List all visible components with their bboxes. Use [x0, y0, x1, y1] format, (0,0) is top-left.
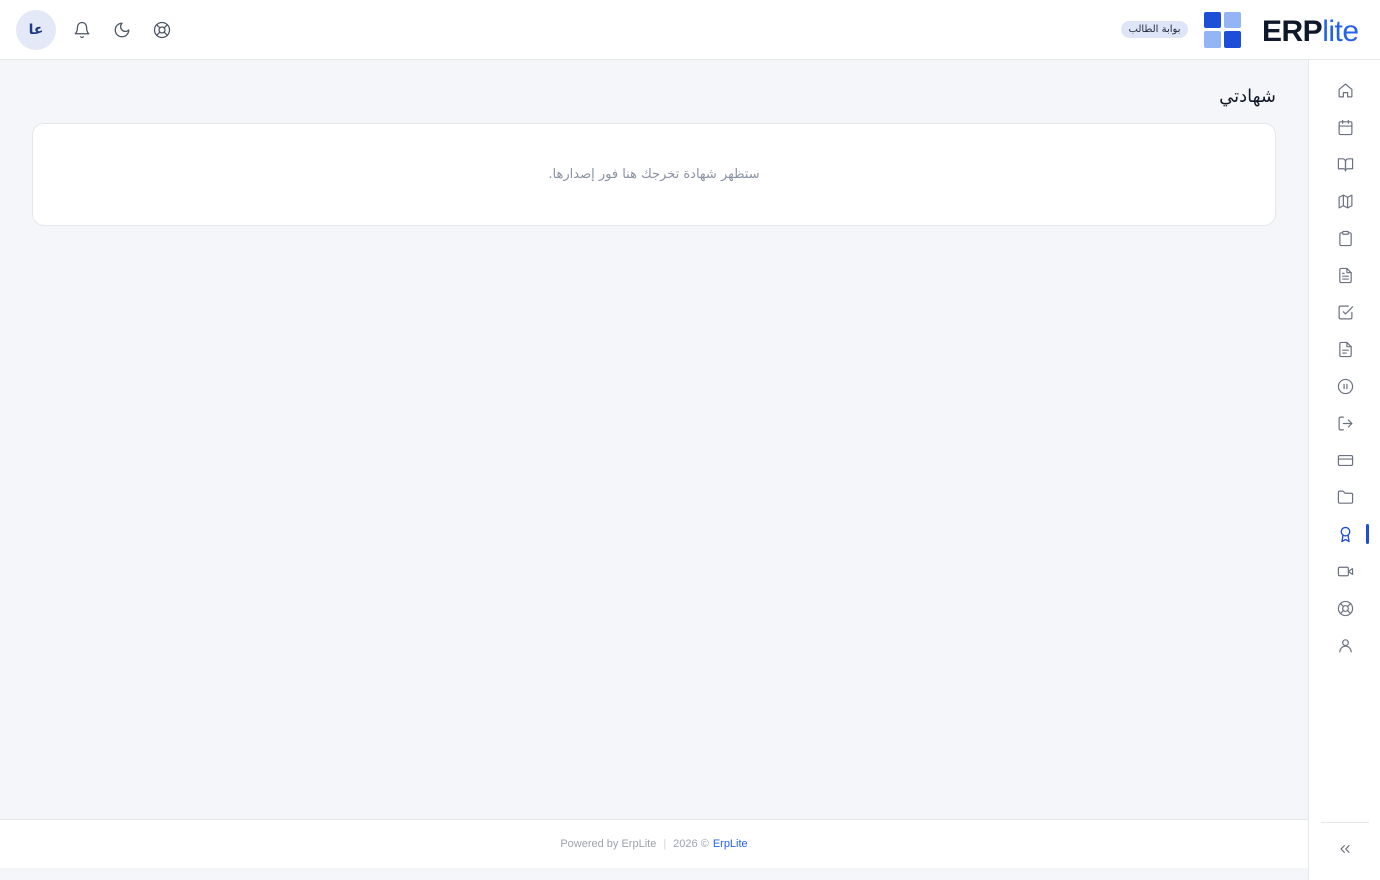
file-lines-icon: [1338, 341, 1352, 357]
sidebar-item-courses[interactable]: [1335, 154, 1355, 174]
copyright-text: 2026 ©: [673, 838, 709, 850]
brand-logo: ERPlite: [1262, 14, 1359, 50]
chevrons-left-icon: [1340, 845, 1350, 853]
clipboard-icon: [1338, 230, 1352, 246]
sidebar-item-attendance[interactable]: [1335, 302, 1355, 322]
logo-text-erp: ERP: [1262, 15, 1323, 48]
map-icon: [1338, 194, 1352, 208]
sidebar-item-documents[interactable]: [1335, 265, 1355, 285]
pause-circle-icon: [1337, 378, 1353, 394]
sidebar-item-withdrawal[interactable]: [1335, 413, 1355, 433]
collapse-sidebar-button[interactable]: [1335, 839, 1355, 859]
sidebar-item-calendar[interactable]: [1335, 117, 1355, 137]
sidebar-item-files[interactable]: [1335, 487, 1355, 507]
sidebar-item-lectures[interactable]: [1335, 561, 1355, 581]
empty-state-message: ستظهر شهادة تخرجك هنا فور إصدارها.: [548, 167, 760, 182]
book-open-icon: [1337, 157, 1353, 171]
video-icon: [1337, 566, 1353, 576]
sidebar-item-suspension[interactable]: [1335, 376, 1355, 396]
sidebar-item-assignments[interactable]: [1335, 228, 1355, 248]
home-icon: [1338, 83, 1352, 97]
user-avatar[interactable]: عا: [16, 10, 56, 50]
calendar-icon: [1338, 119, 1352, 135]
footer-brand-link[interactable]: ErpLite: [713, 838, 748, 850]
footer-separator: |: [663, 838, 667, 850]
sidebar-item-certificates[interactable]: [1335, 524, 1355, 544]
footer: Powered by ErpLite | 2026 © ErpLite: [0, 819, 1308, 868]
bell-icon[interactable]: [71, 19, 93, 41]
active-indicator: [1366, 524, 1369, 544]
sidebar-divider: [1321, 822, 1369, 823]
user-icon: [1338, 638, 1352, 652]
credit-card-icon: [1337, 454, 1353, 466]
sidebar-item-profile[interactable]: [1335, 635, 1355, 655]
page-title: شهادتي: [1219, 86, 1276, 107]
sidebar-item-payments[interactable]: [1335, 450, 1355, 470]
powered-by-text: Powered by ErpLite: [560, 838, 657, 850]
sidebar-item-support[interactable]: [1335, 598, 1355, 618]
top-header: عا بوابة الطالب ERPlite: [0, 0, 1380, 60]
support-icon[interactable]: [151, 19, 173, 41]
life-buoy-icon: [1337, 600, 1353, 616]
award-icon: [1340, 526, 1350, 542]
log-out-icon: [1338, 416, 1352, 430]
sidebar-item-home[interactable]: [1335, 80, 1355, 100]
portal-badge: بوابة الطالب: [1121, 21, 1188, 38]
logo-text-lite: lite: [1322, 15, 1359, 48]
sidebar-item-reports[interactable]: [1335, 339, 1355, 359]
check-square-icon: [1338, 305, 1353, 319]
sidebar-item-map[interactable]: [1335, 191, 1355, 211]
sidebar: [1308, 60, 1380, 880]
logo-mark-icon: [1204, 12, 1241, 48]
file-text-icon: [1338, 267, 1352, 283]
folder-icon: [1337, 490, 1353, 504]
certificate-card: ستظهر شهادة تخرجك هنا فور إصدارها.: [32, 123, 1276, 226]
moon-icon[interactable]: [111, 19, 133, 41]
